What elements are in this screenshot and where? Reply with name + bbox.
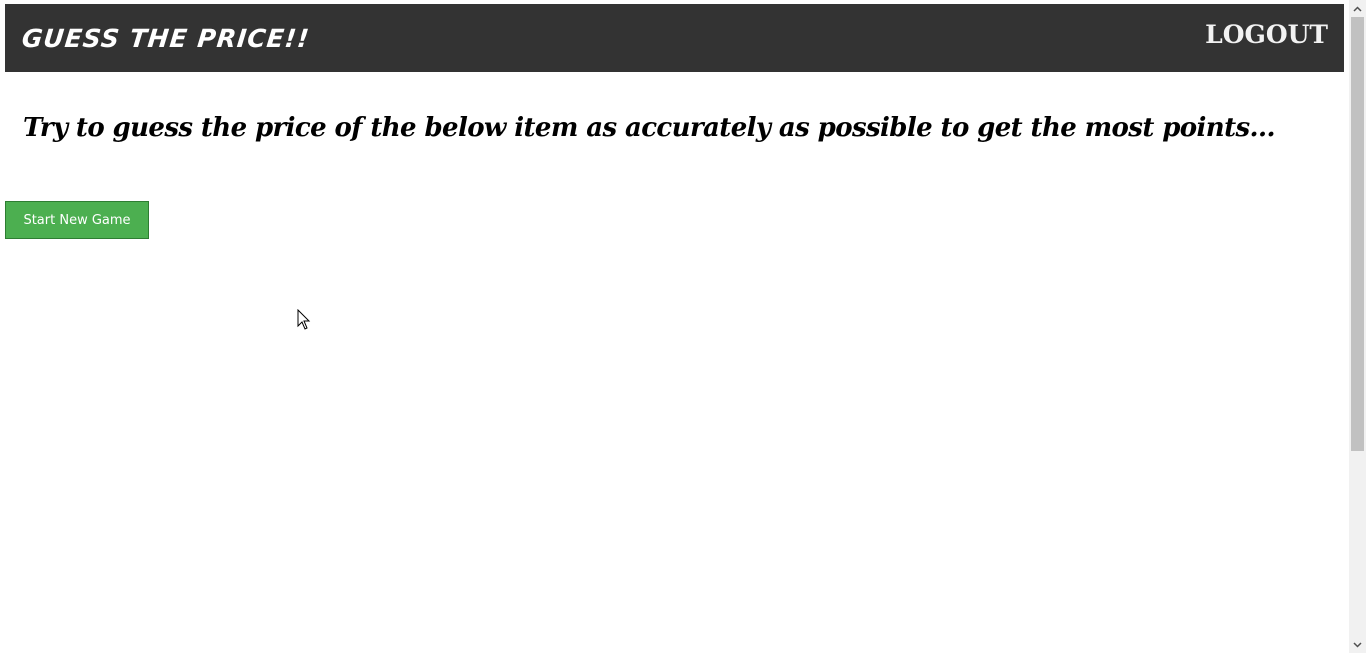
game-instructions: Try to guess the price of the below item… [23,113,1276,143]
logout-link[interactable]: LOGOUT [1205,18,1328,52]
mouse-cursor-icon [297,309,311,330]
scrollbar-thumb[interactable] [1351,17,1364,451]
site-title: GUESS THE PRICE!! [20,24,312,53]
chevron-down-icon [1353,641,1362,648]
scroll-down-button[interactable] [1349,636,1366,653]
chevron-up-icon [1353,5,1362,12]
vertical-scrollbar[interactable] [1349,0,1366,653]
start-new-game-button[interactable]: Start New Game [5,201,149,239]
top-navbar: GUESS THE PRICE!! LOGOUT [5,4,1344,72]
page-viewport: GUESS THE PRICE!! LOGOUT Try to guess th… [0,0,1349,653]
scroll-up-button[interactable] [1349,0,1366,17]
